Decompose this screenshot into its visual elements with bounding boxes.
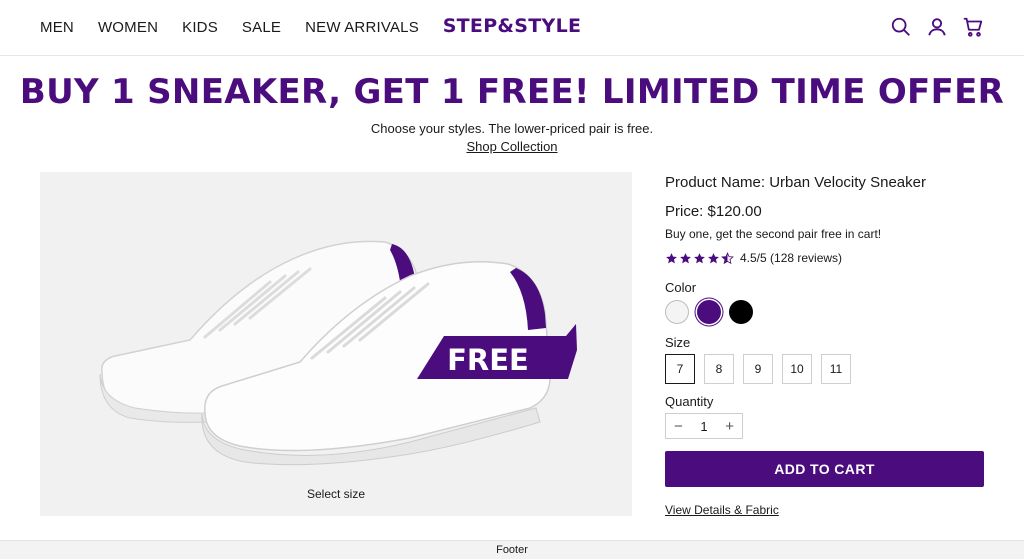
color-swatches <box>665 300 753 324</box>
view-details-link[interactable]: View Details & Fabric <box>665 503 779 517</box>
cart-icon[interactable] <box>962 16 984 38</box>
star-icon <box>680 252 691 263</box>
shop-collection-link[interactable]: Shop Collection <box>466 139 557 154</box>
add-to-cart-button[interactable]: ADD TO CART <box>665 451 984 487</box>
size-option-9[interactable]: 9 <box>743 354 773 384</box>
star-icon <box>694 252 705 263</box>
quantity-increase-button[interactable]: + <box>725 418 734 435</box>
size-option-8[interactable]: 8 <box>704 354 734 384</box>
promo-subtitle: Choose your styles. The lower-priced pai… <box>370 121 654 136</box>
header-icons <box>890 16 984 38</box>
product-image[interactable]: FREE Select size <box>40 172 632 516</box>
rating-stars <box>665 251 734 265</box>
search-icon[interactable] <box>890 16 912 38</box>
color-swatch-white[interactable] <box>665 300 689 324</box>
star-icon <box>708 252 719 263</box>
product-name: Product Name: Urban Velocity Sneaker <box>665 174 926 191</box>
rating-text: 4.5/5 (128 reviews) <box>740 251 843 265</box>
quantity-value[interactable]: 1 <box>700 419 707 434</box>
account-icon[interactable] <box>926 16 948 38</box>
size-label: Size <box>665 335 691 350</box>
product-price: Price: $120.00 <box>665 203 762 220</box>
site-header: MEN WOMEN KIDS SALE NEW ARRIVALS STEP&ST… <box>0 0 1024 56</box>
color-swatch-purple[interactable] <box>697 300 721 324</box>
product-rating: 4.5/5 (128 reviews) <box>665 251 842 265</box>
quantity-label: Quantity <box>665 394 714 409</box>
quantity-decrease-button[interactable]: − <box>674 418 683 435</box>
sneaker-pair-image: FREE <box>99 240 577 466</box>
free-badge-label: FREE <box>447 343 529 377</box>
size-option-10[interactable]: 10 <box>782 354 812 384</box>
size-option-7[interactable]: 7 <box>665 354 695 384</box>
half-star-icon <box>721 251 734 264</box>
offer-note: Buy one, get the second pair free in car… <box>665 227 882 241</box>
size-option-11[interactable]: 11 <box>821 354 851 384</box>
color-swatch-black[interactable] <box>729 300 753 324</box>
color-label: Color <box>665 280 697 295</box>
footer: Footer <box>0 540 1024 559</box>
brand-logo[interactable]: STEP&STYLE <box>0 15 1024 37</box>
promo-title: BUY 1 SNEAKER, GET 1 FREE! LIMITED TIME … <box>19 72 1005 112</box>
image-caption: Select size <box>306 487 366 501</box>
star-icon <box>666 252 677 263</box>
size-options: 7 8 9 10 11 <box>665 354 851 384</box>
quantity-stepper: − 1 + <box>665 413 743 439</box>
